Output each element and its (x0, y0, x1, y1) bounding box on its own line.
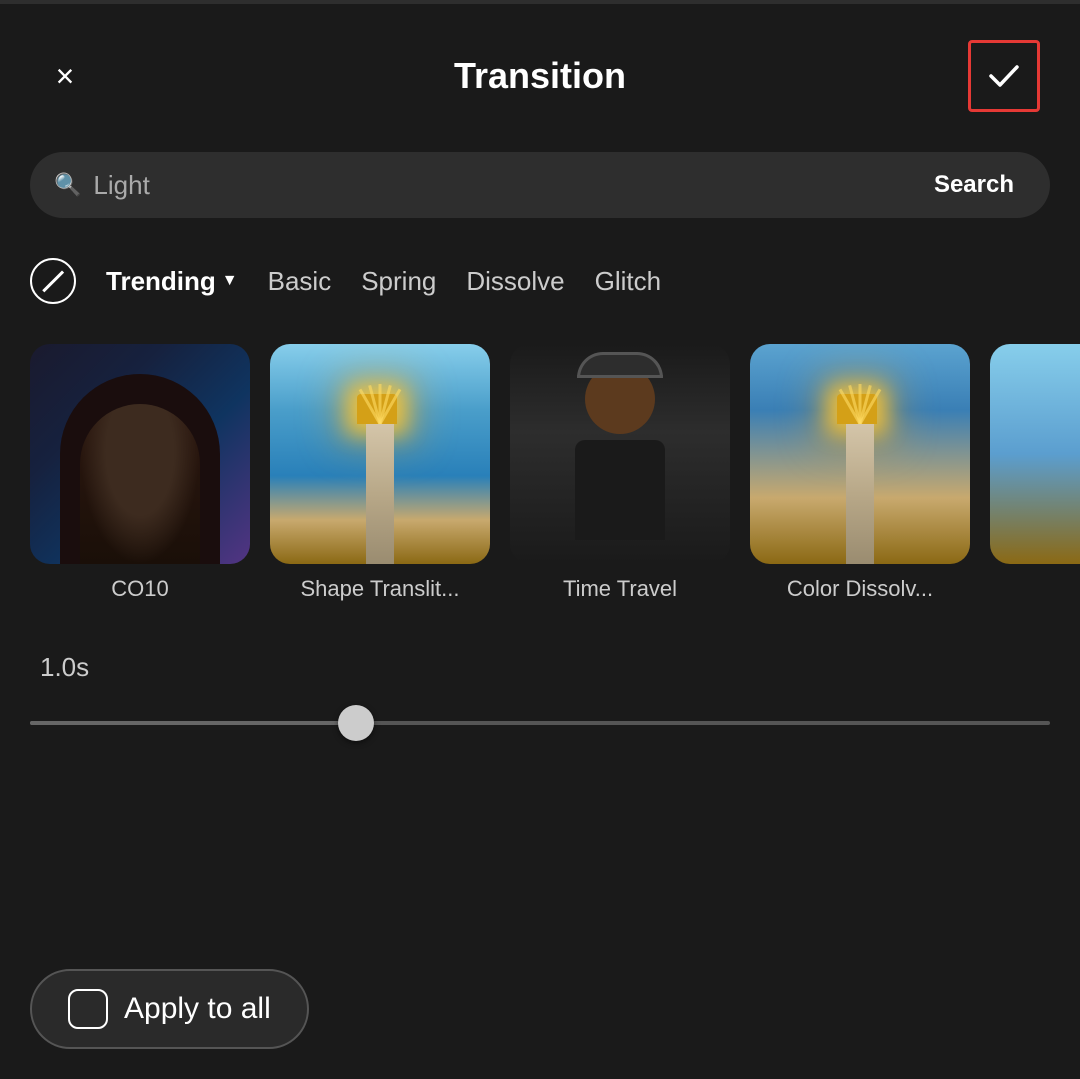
apply-all-label: Apply to all (124, 992, 271, 1026)
header: × Transition (0, 0, 1080, 132)
lighthouse-top-2 (837, 394, 877, 424)
close-button[interactable]: × (40, 51, 90, 101)
search-icon: 🔍 (54, 172, 81, 198)
slider-track (30, 721, 1050, 725)
thumbnail-time-travel[interactable]: Time Travel (510, 344, 730, 602)
thumbnail-img-travel (510, 344, 730, 564)
tab-spring[interactable]: Spring (361, 266, 436, 297)
thumbnails-row: CO10 Shape Translit... T (0, 324, 1080, 622)
thumbnail-label-co10: CO10 (111, 576, 168, 602)
confirm-button[interactable] (968, 40, 1040, 112)
thumbnail-img-co10 (30, 344, 250, 564)
lighthouse-body (366, 424, 394, 564)
thumbnail-b[interactable] (990, 344, 1080, 602)
chevron-down-icon: ▼ (222, 272, 238, 290)
tab-basic[interactable]: Basic (268, 266, 332, 297)
thumbnail-label-travel: Time Travel (563, 576, 677, 602)
person-body (575, 440, 665, 540)
thumbnail-img-dissolv (750, 344, 970, 564)
search-button[interactable]: Search (922, 163, 1026, 207)
lighthouse-body-2 (846, 424, 874, 564)
apply-all-button[interactable]: Apply to all (30, 969, 309, 1049)
tab-trending[interactable]: Trending ▼ (106, 266, 238, 297)
slider-fill (30, 721, 356, 725)
lighthouse-graphic-2 (843, 394, 877, 564)
slider-section: 1.0s (0, 632, 1080, 763)
thumbnail-color-dissolv[interactable]: Color Dissolv... (750, 344, 970, 602)
page-title: Transition (454, 55, 626, 97)
search-bar[interactable]: 🔍 Search (30, 152, 1050, 218)
filter-tabs: Trending ▼ Basic Spring Dissolve Glitch (0, 238, 1080, 324)
slider-container[interactable] (30, 703, 1050, 743)
person-head (585, 364, 655, 434)
lighthouse-top (357, 394, 397, 424)
search-input[interactable] (93, 170, 922, 201)
person-figure (575, 364, 665, 540)
tab-dissolve[interactable]: Dissolve (466, 266, 564, 297)
thumbnail-label-shape: Shape Translit... (301, 576, 460, 602)
thumbnail-label-dissolv: Color Dissolv... (787, 576, 933, 602)
thumbnail-img-b (990, 344, 1080, 564)
person-silhouette (30, 344, 250, 564)
apply-all-section: Apply to all (30, 969, 309, 1049)
lighthouse-graphic (363, 394, 397, 564)
tab-glitch[interactable]: Glitch (595, 266, 661, 297)
no-transition-icon[interactable] (30, 258, 76, 304)
thumbnail-co10[interactable]: CO10 (30, 344, 250, 602)
slider-value: 1.0s (40, 652, 1050, 683)
slider-thumb[interactable] (338, 705, 374, 741)
thumbnail-shape-transit[interactable]: Shape Translit... (270, 344, 490, 602)
thumbnail-img-shape (270, 344, 490, 564)
apply-all-checkbox[interactable] (68, 989, 108, 1029)
